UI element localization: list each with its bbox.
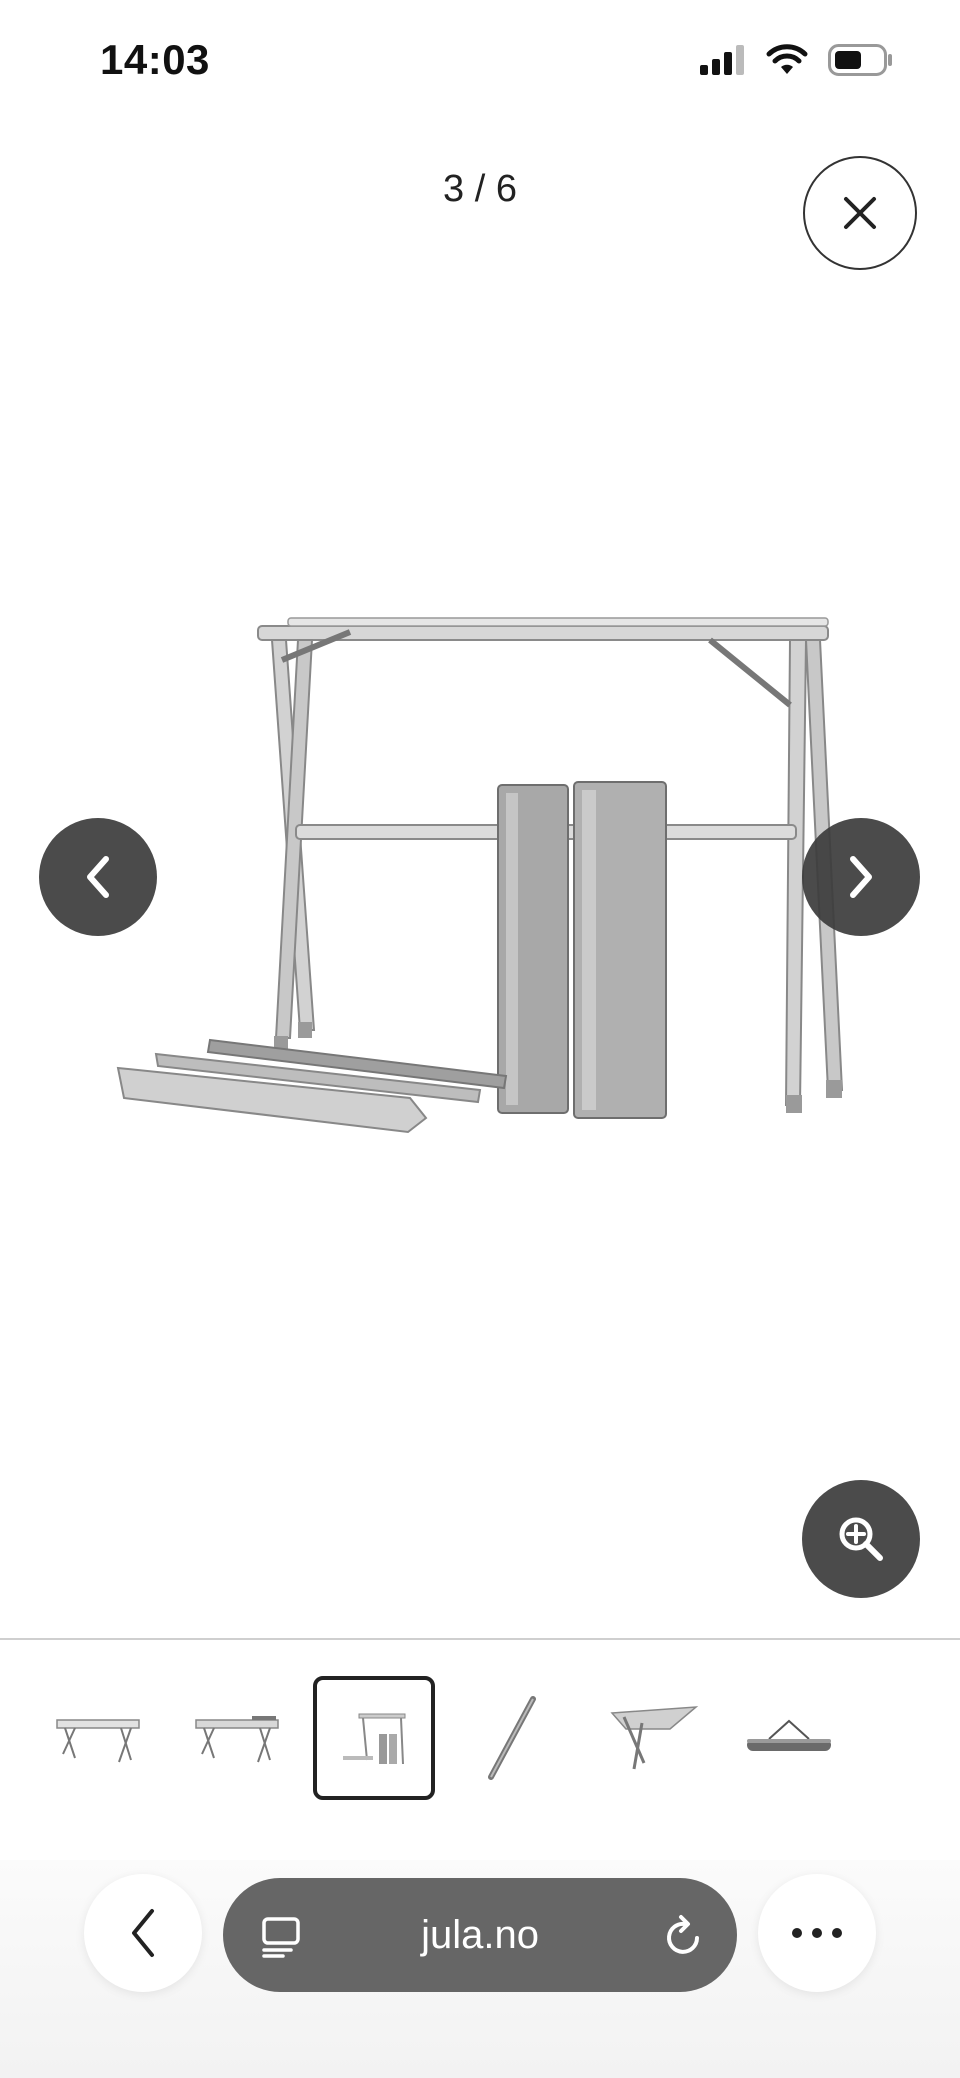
thumbnail-6[interactable] <box>728 1676 850 1800</box>
close-icon <box>844 197 876 229</box>
status-icons <box>700 44 894 76</box>
more-options-button[interactable] <box>758 1874 876 1992</box>
table-thumbnail-6 <box>747 1719 831 1751</box>
divider <box>0 1638 960 1640</box>
chevron-right-icon <box>850 856 872 898</box>
status-time: 14:03 <box>100 36 210 83</box>
url-text: jula.no <box>421 1912 539 1957</box>
table-thumbnail-4 <box>488 1696 536 1780</box>
browser-toolbar: jula.no <box>0 1860 960 2078</box>
thumbnail-4[interactable] <box>451 1676 573 1800</box>
wifi-icon <box>766 44 808 74</box>
thumbnail-2[interactable] <box>176 1676 298 1800</box>
thumbnail-5[interactable] <box>593 1676 715 1800</box>
close-button[interactable] <box>803 156 917 270</box>
status-bar: 14:03 <box>0 0 960 130</box>
browser-back-button[interactable] <box>84 1874 202 1992</box>
battery-icon <box>828 44 892 76</box>
table-thumbnail-5 <box>610 1706 699 1770</box>
next-image-button[interactable] <box>802 818 920 936</box>
more-icon <box>792 1928 842 1938</box>
table-thumbnail-1 <box>56 1719 140 1763</box>
table-thumbnail-3 <box>343 1713 406 1765</box>
previous-image-button[interactable] <box>39 818 157 936</box>
chevron-left-icon <box>87 856 109 898</box>
cellular-signal-icon <box>700 45 744 75</box>
tabs-icon <box>262 1917 300 1958</box>
reload-icon[interactable] <box>663 1914 705 1958</box>
zoom-in-icon <box>839 1517 883 1561</box>
address-bar[interactable]: jula.no <box>223 1878 737 1992</box>
zoom-button[interactable] <box>802 1480 920 1598</box>
table-thumbnail-2 <box>195 1716 279 1763</box>
chevron-left-icon <box>132 1909 154 1957</box>
thumbnail-1[interactable] <box>37 1676 159 1800</box>
thumbnail-3[interactable] <box>313 1676 435 1800</box>
thumbnail-strip <box>0 1676 960 1800</box>
